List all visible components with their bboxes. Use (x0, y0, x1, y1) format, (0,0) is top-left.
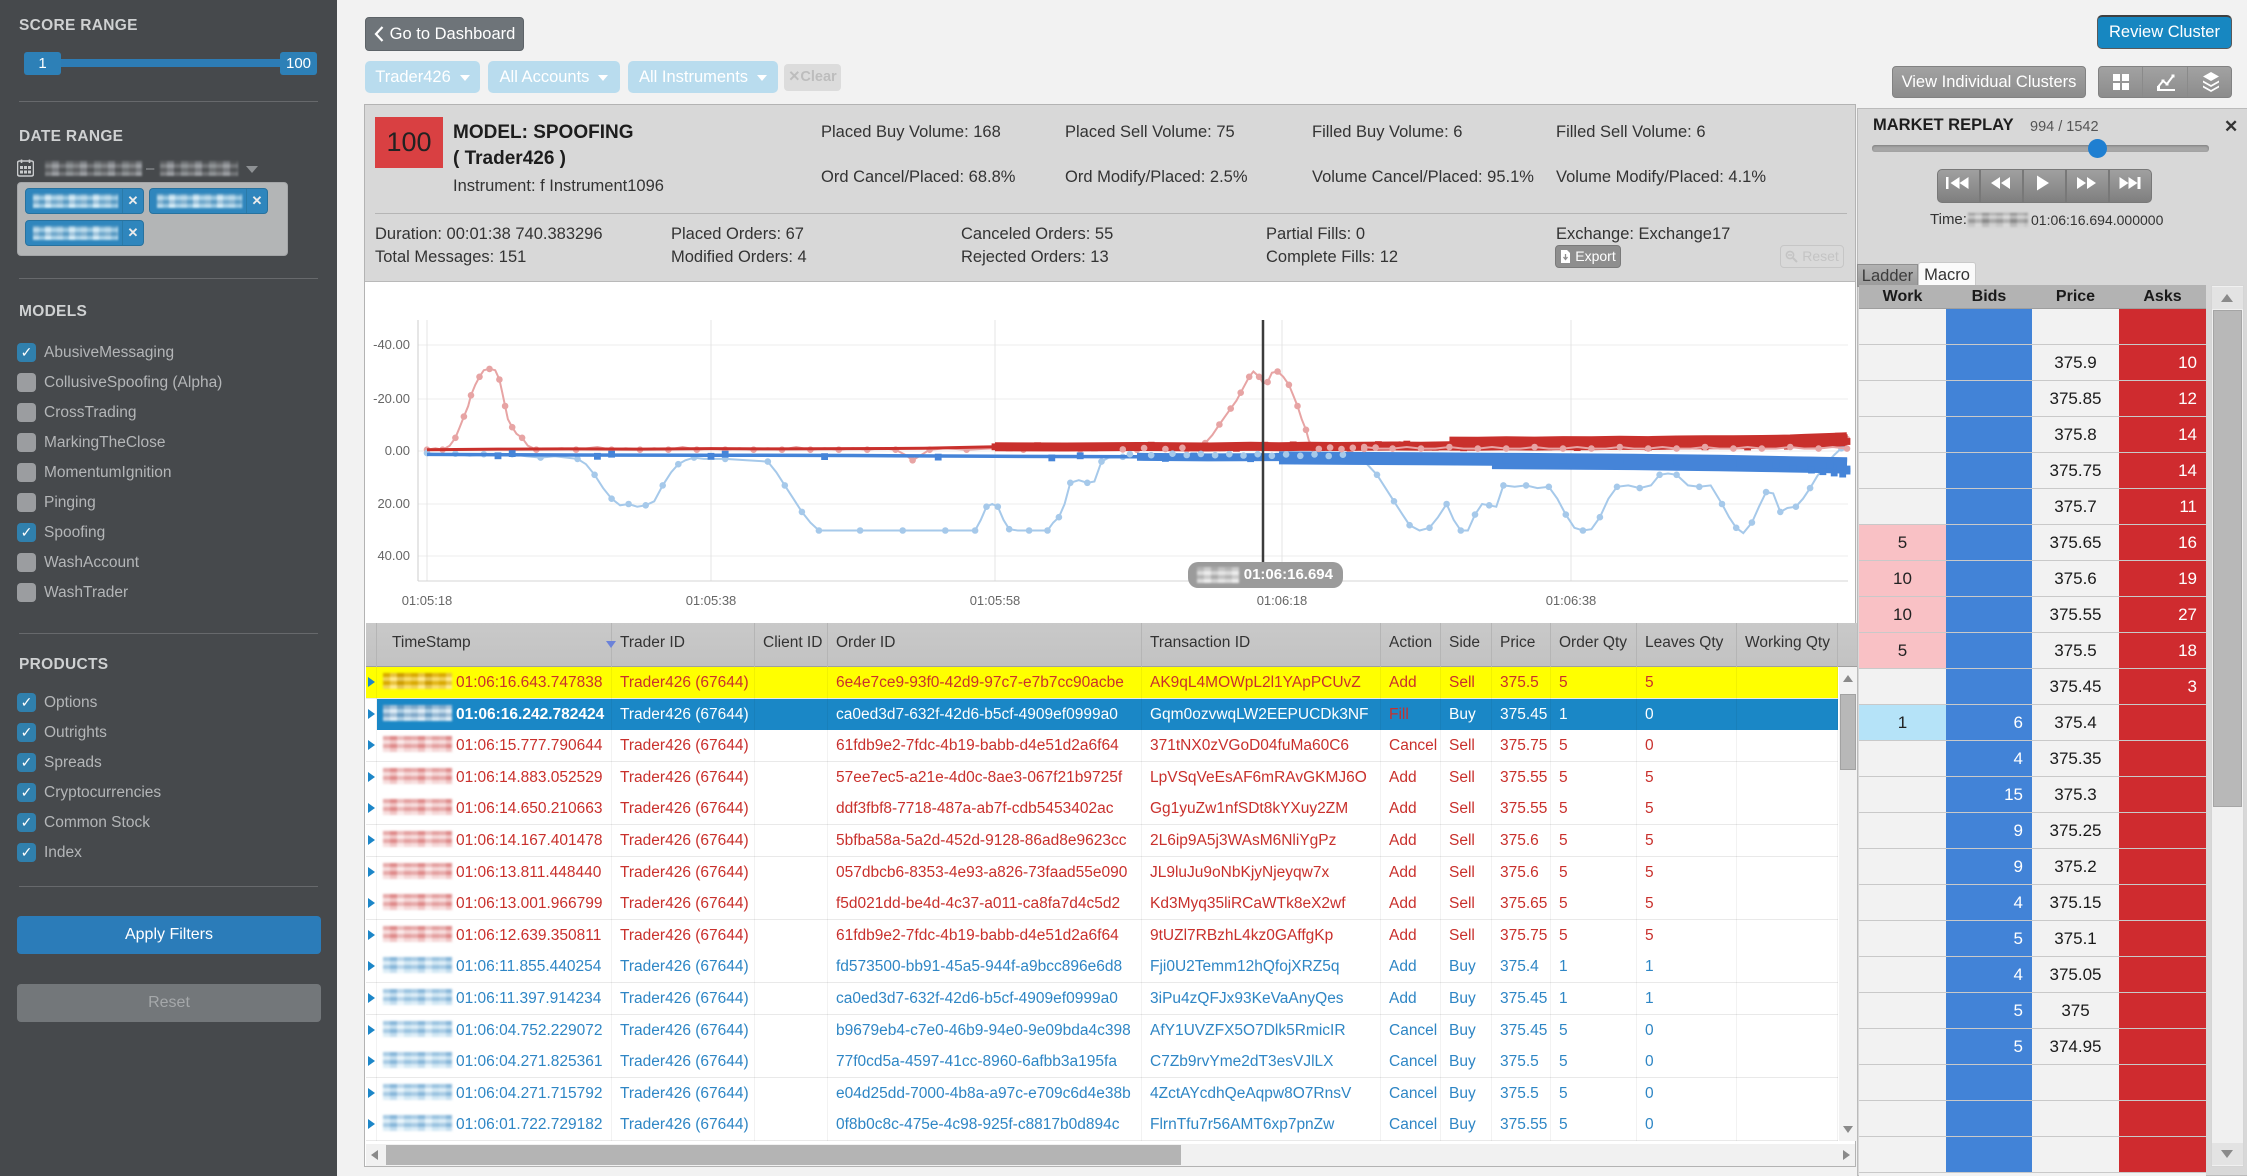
svg-text:0.00: 0.00 (385, 443, 410, 458)
svg-text:40.00: 40.00 (377, 548, 410, 563)
svg-text:-40.00: -40.00 (373, 337, 410, 352)
svg-text:01:05:18: 01:05:18 (402, 593, 453, 608)
svg-text:01:06:38: 01:06:38 (1546, 593, 1597, 608)
svg-text:01:06:18: 01:06:18 (1257, 593, 1308, 608)
svg-text:01:05:38: 01:05:38 (686, 593, 737, 608)
svg-text:01:05:58: 01:05:58 (970, 593, 1021, 608)
svg-text:20.00: 20.00 (377, 496, 410, 511)
svg-text:-20.00: -20.00 (373, 391, 410, 406)
